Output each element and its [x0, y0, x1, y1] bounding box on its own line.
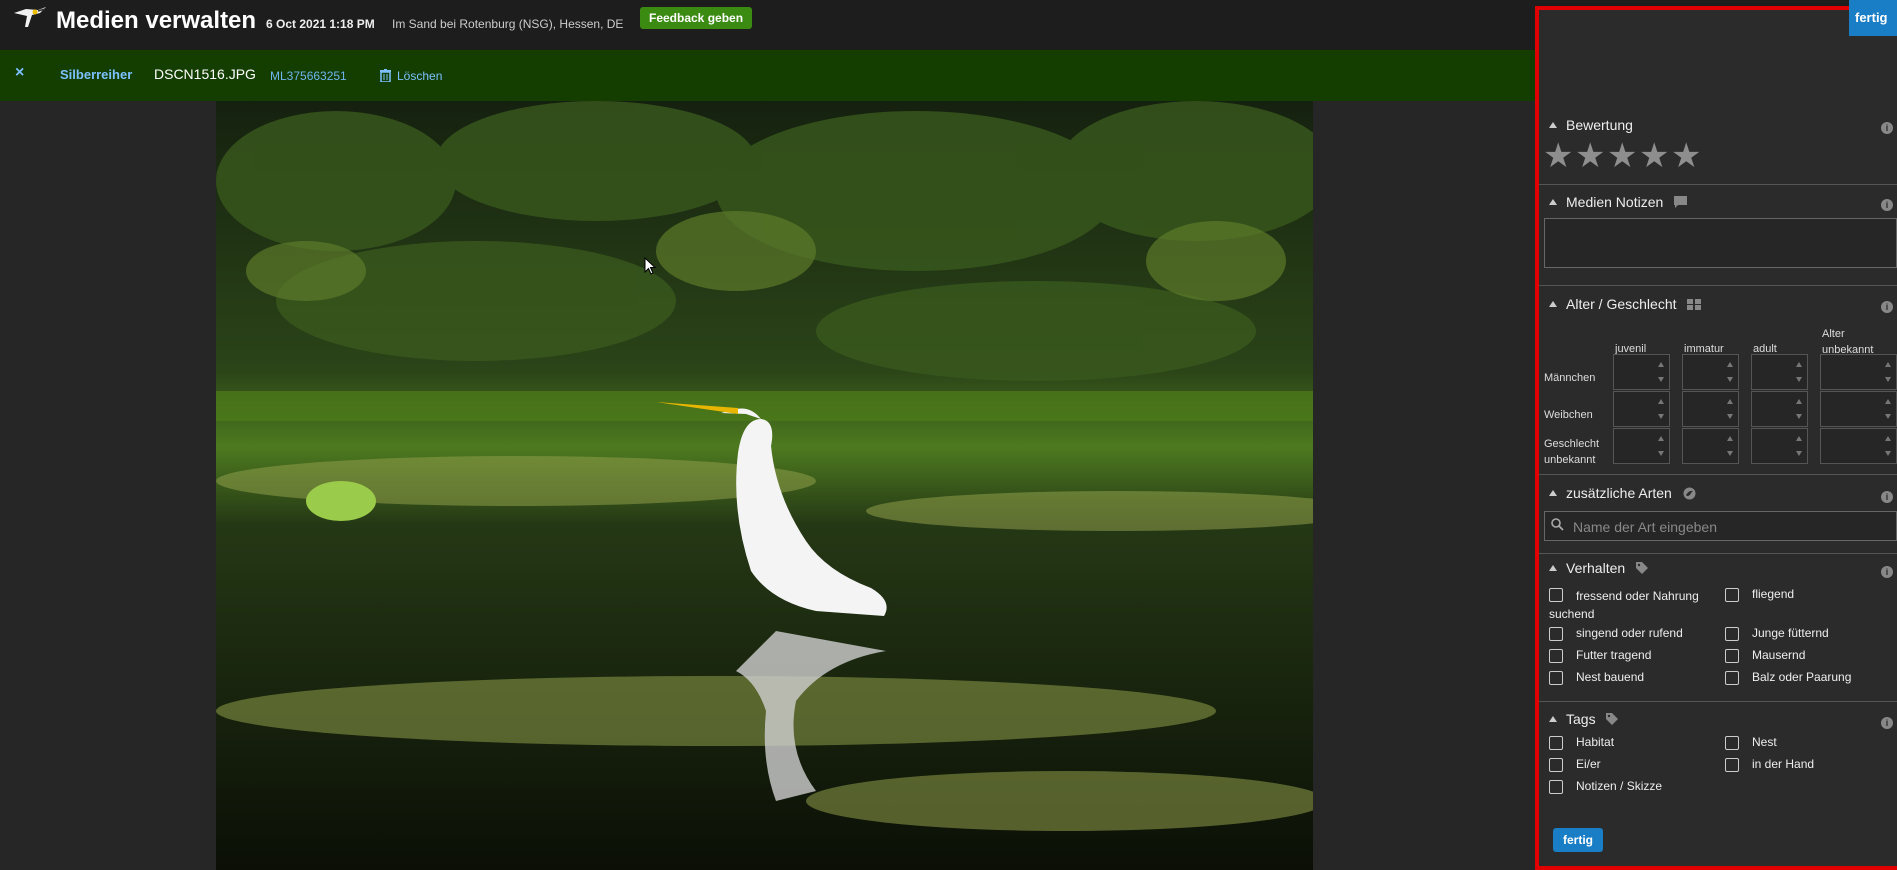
info-icon[interactable]: i [1881, 566, 1893, 578]
checkbox-habitat[interactable] [1549, 736, 1563, 750]
checkbox-carrying-food[interactable] [1549, 649, 1563, 663]
tag-icon [1636, 562, 1649, 574]
info-icon[interactable]: i [1881, 301, 1893, 313]
label-habitat: Habitat [1576, 735, 1615, 749]
label-carrying-food: Futter tragend [1576, 648, 1652, 662]
catalog-id-link[interactable]: ML375663251 [270, 69, 347, 83]
info-icon[interactable]: i [1881, 122, 1893, 134]
observation-location: Im Sand bei Rotenburg (NSG), Hessen, DE [392, 17, 624, 31]
tag-icon [1606, 713, 1619, 725]
count-stepper[interactable] [1682, 354, 1739, 390]
trash-icon [380, 69, 391, 83]
checkbox-nest[interactable] [1725, 736, 1739, 750]
count-stepper[interactable] [1613, 354, 1670, 390]
label-eggs: Ei/er [1576, 757, 1601, 771]
species-link[interactable]: Silberreiher [60, 67, 132, 82]
info-icon[interactable]: i [1881, 491, 1893, 503]
row-header-female: Weibchen [1544, 409, 1593, 421]
label-nest-building: Nest bauend [1576, 670, 1645, 684]
grid-icon [1687, 299, 1702, 310]
label-courtship: Balz oder Paarung [1752, 670, 1852, 684]
additional-species-placeholder: Name der Art eingeben [1573, 519, 1717, 535]
count-stepper[interactable] [1820, 391, 1897, 427]
row-header-sex-unknown: Geschlecht unbekannt [1544, 438, 1600, 466]
comment-icon [1674, 196, 1688, 208]
search-icon [1551, 518, 1564, 534]
count-stepper[interactable] [1751, 354, 1808, 390]
row-header-male: Männchen [1544, 372, 1596, 384]
count-stepper[interactable] [1682, 428, 1739, 464]
label-feeding: fressend oder Nahrung suchend [1549, 589, 1699, 621]
checkbox-eggs[interactable] [1549, 758, 1563, 772]
checkbox-courtship[interactable] [1725, 671, 1739, 685]
label-feeding-young: Junge fütternd [1752, 626, 1829, 640]
count-stepper[interactable] [1751, 391, 1808, 427]
label-flying: fliegend [1752, 587, 1795, 601]
star-5-icon[interactable]: ★ [1671, 136, 1701, 176]
label-in-hand: in der Hand [1752, 757, 1815, 771]
label-molting: Mausernd [1752, 648, 1806, 662]
checkbox-molting[interactable] [1725, 649, 1739, 663]
done-button[interactable]: fertig [1553, 828, 1603, 852]
info-icon[interactable]: i [1881, 199, 1893, 211]
count-stepper[interactable] [1820, 428, 1897, 464]
media-photo [216, 101, 1313, 870]
tags-section-header[interactable]: Tags [1549, 711, 1620, 727]
checkbox-notes-sketch[interactable] [1549, 780, 1563, 794]
checkbox-nest-building[interactable] [1549, 671, 1563, 685]
observation-date: 6 Oct 2021 1:18 PM [266, 17, 375, 31]
checkbox-feeding-young[interactable] [1725, 627, 1739, 641]
delete-label: Löschen [397, 69, 443, 83]
star-3-icon[interactable]: ★ [1607, 136, 1637, 176]
media-edit-panel: Bewertung i ★ ★ ★ ★ ★ Medien Notizen i A… [1535, 6, 1897, 870]
age-sex-section-header[interactable]: Alter / Geschlecht [1549, 296, 1702, 312]
feedback-button[interactable]: Feedback geben [640, 7, 753, 29]
checkbox-singing[interactable] [1549, 627, 1563, 641]
media-notes-field[interactable] [1544, 218, 1897, 268]
bird-icon [1683, 487, 1696, 500]
count-stepper[interactable] [1682, 391, 1739, 427]
label-notes-sketch: Notizen / Skizze [1576, 779, 1663, 793]
star-1-icon[interactable]: ★ [1543, 136, 1573, 176]
delete-button[interactable]: Löschen [380, 69, 442, 83]
rating-section-header[interactable]: Bewertung [1549, 117, 1633, 133]
count-stepper[interactable] [1820, 354, 1897, 390]
checkbox-flying[interactable] [1725, 588, 1739, 602]
additional-species-section-header[interactable]: zusätzliche Arten [1549, 485, 1696, 501]
notes-section-header[interactable]: Medien Notizen [1549, 194, 1688, 210]
page-title: Medien verwalten [56, 7, 257, 34]
mouse-cursor-icon [644, 257, 656, 275]
label-singing: singend oder rufend [1576, 626, 1683, 640]
count-stepper[interactable] [1751, 428, 1808, 464]
app-logo-icon [14, 7, 46, 27]
info-icon[interactable]: i [1881, 717, 1893, 729]
label-nest: Nest [1752, 735, 1777, 749]
star-4-icon[interactable]: ★ [1639, 136, 1669, 176]
checkbox-in-hand[interactable] [1725, 758, 1739, 772]
close-icon[interactable]: × [15, 64, 24, 82]
count-stepper[interactable] [1613, 391, 1670, 427]
file-name: DSCN1516.JPG [154, 66, 256, 82]
count-stepper[interactable] [1613, 428, 1670, 464]
star-2-icon[interactable]: ★ [1575, 136, 1605, 176]
behavior-section-header[interactable]: Verhalten [1549, 560, 1650, 576]
done-button-top[interactable]: fertig [1849, 0, 1897, 36]
